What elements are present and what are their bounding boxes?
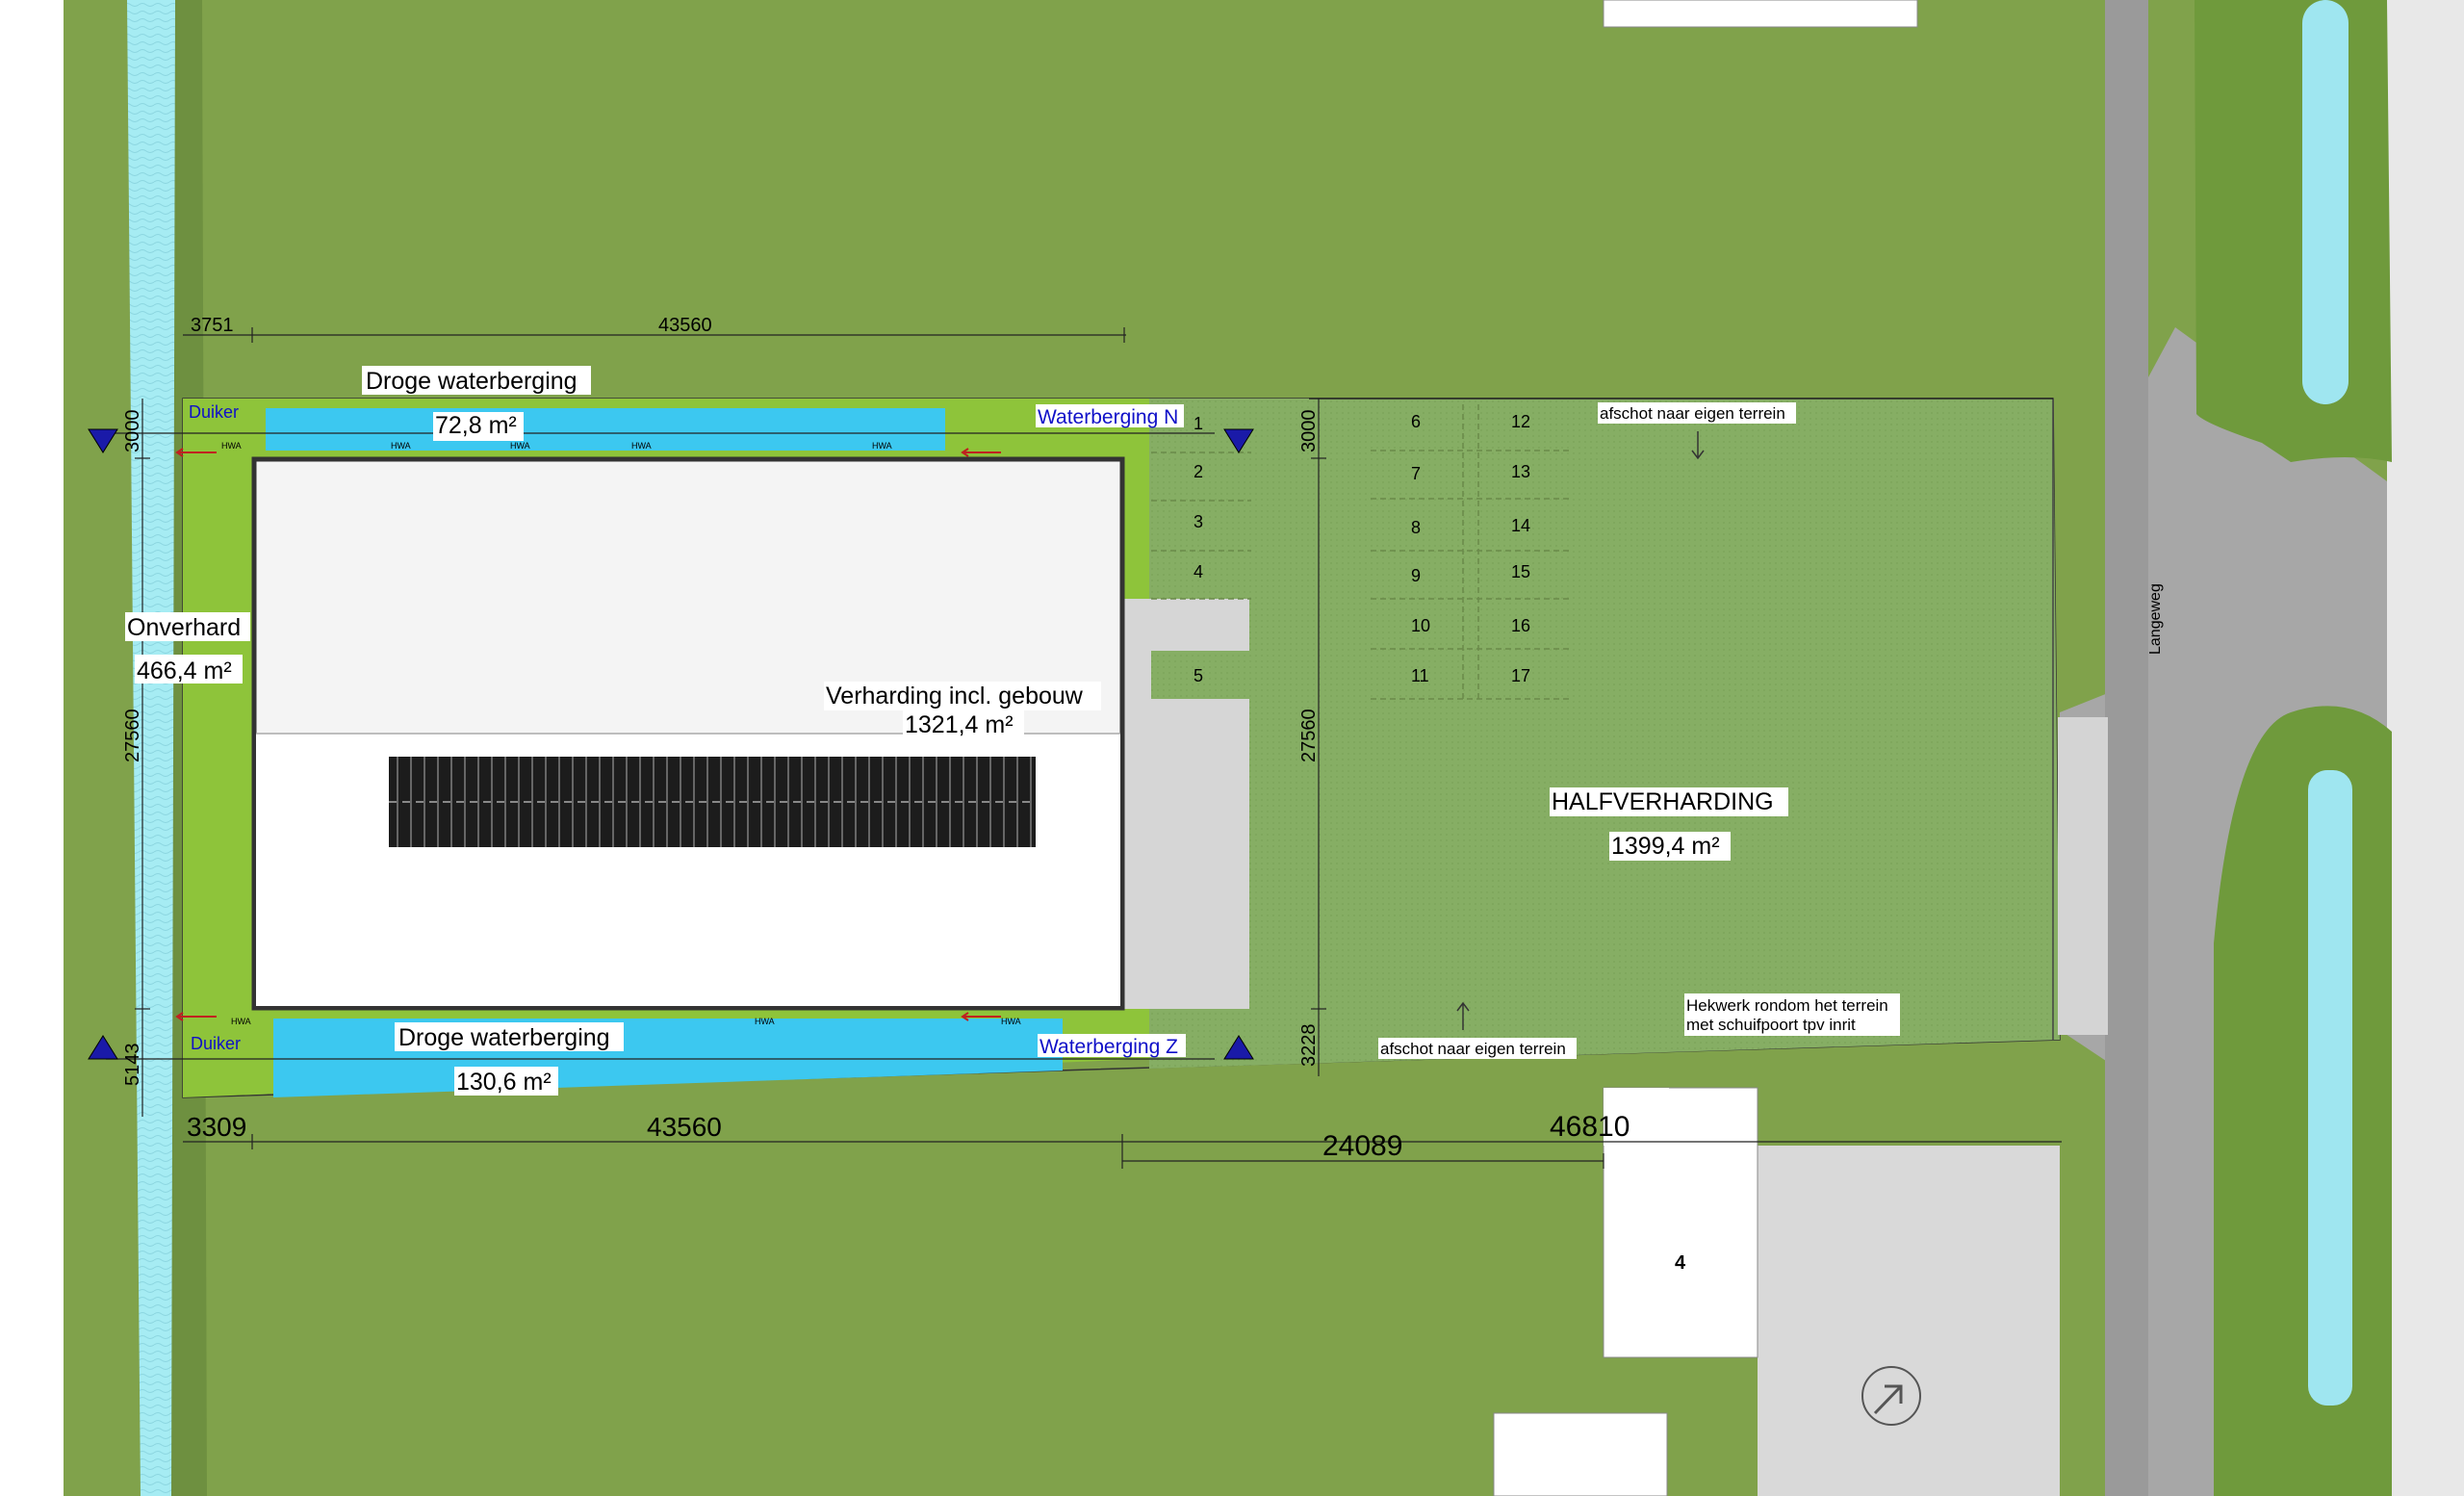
- parking-number: 5: [1194, 666, 1203, 685]
- parking-number: 10: [1411, 616, 1430, 635]
- label-droge-waterberging-s: Droge waterberging: [398, 1024, 610, 1051]
- label-droge-waterberging-n: Droge waterberging: [366, 368, 578, 395]
- parking-number: 12: [1511, 412, 1530, 431]
- dim-mid-top: 3000: [1298, 410, 1320, 453]
- parking-number: 8: [1411, 518, 1421, 537]
- label-afschot-south: afschot naar eigen terrein: [1380, 1040, 1566, 1058]
- dim-left-top: 3000: [122, 410, 143, 453]
- road-langeweg: [2105, 0, 2148, 1496]
- parking-number: 13: [1511, 462, 1530, 481]
- hwa-label-s1: HWA: [231, 1017, 251, 1026]
- dim-left-mid: 27560: [122, 709, 143, 762]
- parking-number: 14: [1511, 516, 1530, 535]
- left-margin: [0, 0, 64, 1496]
- ditch-north-right: [2302, 0, 2348, 404]
- parking-number: 6: [1411, 412, 1421, 431]
- dim-top-main: 43560: [658, 315, 712, 336]
- dim-bot-left: 3309: [187, 1112, 246, 1142]
- road-label: Langeweg: [2147, 583, 2164, 655]
- green-island-north: [2194, 0, 2392, 462]
- hwa-label-s2: HWA: [755, 1017, 775, 1026]
- label-afschot-north: afschot naar eigen terrein: [1600, 404, 1785, 423]
- road-curb-right: [2387, 0, 2464, 1496]
- label-waterberging-z: Waterberging Z: [1040, 1036, 1178, 1058]
- neighbour-building-top: [1603, 0, 1918, 28]
- hwa-label-n1: HWA: [221, 441, 242, 451]
- green-island-south: [2214, 706, 2392, 1496]
- dim-bot-right: 24089: [1322, 1130, 1402, 1162]
- hwa-label-s3: HWA: [1001, 1017, 1021, 1026]
- parking-number: 3: [1194, 512, 1203, 531]
- entrance-gate-pavement: [2058, 717, 2108, 1035]
- dim-mid-mid: 27560: [1298, 709, 1320, 762]
- dim-bot-total: 46810: [1550, 1111, 1630, 1143]
- ditch-south-right: [2308, 770, 2352, 1406]
- dim-mid-bot: 3228: [1298, 1024, 1320, 1068]
- label-droge-waterberging-s-area: 130,6 m²: [456, 1069, 552, 1096]
- plot-number: 4: [1675, 1252, 1686, 1274]
- site-plan: Langeweg 4 HWA HWA HWA HWA HWA HWA HWA H…: [0, 0, 2464, 1496]
- parking-number: 2: [1194, 462, 1203, 481]
- label-waterberging-n: Waterberging N: [1038, 406, 1178, 428]
- parking-number: 1: [1194, 414, 1203, 433]
- paved-plot-south: [1758, 1146, 2060, 1496]
- label-verharding: Verharding incl. gebouw: [826, 683, 1084, 709]
- label-onverhard-area: 466,4 m²: [137, 658, 232, 684]
- dim-bot-main: 43560: [647, 1112, 722, 1142]
- label-duiker-n: Duiker: [189, 402, 239, 422]
- dim-left-bot: 5143: [122, 1044, 143, 1087]
- label-duiker-s: Duiker: [191, 1034, 241, 1053]
- parking-number: 11: [1411, 666, 1429, 685]
- label-hekwerk-2: met schuifpoort tpv inrit: [1686, 1016, 1856, 1034]
- label-hekwerk-1: Hekwerk rondom het terrein: [1686, 996, 1888, 1015]
- hwa-label-n4: HWA: [631, 441, 652, 451]
- hwa-label-n5: HWA: [872, 441, 892, 451]
- parking-number: 9: [1411, 566, 1421, 585]
- parking-number: 17: [1511, 666, 1530, 685]
- halfverharding-area: [1149, 399, 2060, 1069]
- parking-number: 16: [1511, 616, 1530, 635]
- label-onverhard: Onverhard: [127, 614, 241, 641]
- parking-number: 15: [1511, 562, 1530, 581]
- hwa-label-n3: HWA: [510, 441, 530, 451]
- label-halfverharding: HALFVERHARDING: [1552, 788, 1774, 815]
- parking-number: 7: [1411, 464, 1421, 483]
- neighbour-building-bottom: [1493, 1412, 1668, 1496]
- label-halfverharding-area: 1399,4 m²: [1611, 833, 1720, 860]
- label-droge-waterberging-n-area: 72,8 m²: [435, 412, 517, 439]
- hwa-label-n2: HWA: [391, 441, 411, 451]
- dim-top-left: 3751: [191, 315, 234, 336]
- waterberging-north: [266, 408, 945, 451]
- label-verharding-area: 1321,4 m²: [905, 711, 1014, 738]
- parking-number: 4: [1194, 562, 1203, 581]
